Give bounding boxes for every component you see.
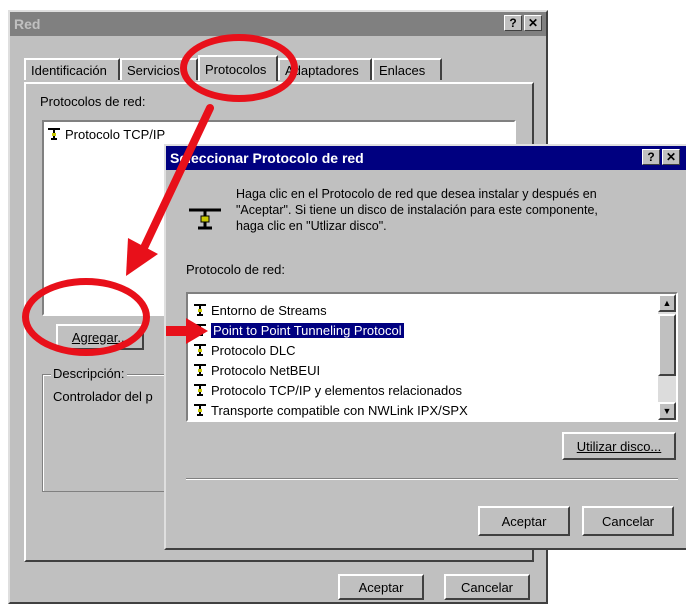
protocols-list-label: Protocolos de red: [40,94,146,109]
network-protocol-icon [192,363,208,377]
tab-identificacion[interactable]: Identificación [24,58,120,80]
protocol-large-icon [186,206,224,235]
protocol-item-pptp[interactable]: Point to Point Tunneling Protocol [190,320,468,340]
select-help-button[interactable]: ? [642,149,660,165]
main-ok-button[interactable]: Aceptar [338,574,424,600]
separator [186,478,678,480]
protocol-item-label: Point to Point Tunneling Protocol [211,322,404,338]
tab-adaptadores[interactable]: Adaptadores [278,58,372,80]
installed-protocol-item[interactable]: Protocolo TCP/IP [44,124,514,144]
tab-protocolos[interactable]: Protocolos [198,55,278,81]
select-cancel-button[interactable]: Cancelar [582,506,674,536]
protocol-item-dlc[interactable]: Protocolo DLC [190,340,468,360]
protocol-item-label: Transporte compatible con NWLink IPX/SPX [211,402,468,418]
scroll-down-icon[interactable]: ▼ [658,402,676,420]
help-button[interactable]: ? [504,15,522,31]
protocol-list-scrollbar[interactable]: ▲ ▼ [658,294,676,420]
select-protocol-titlebar[interactable]: Seleccionar Protocolo de red ? ✕ [166,146,686,170]
main-cancel-label: Cancelar [460,579,514,595]
network-protocol-icon [192,343,208,357]
network-protocol-icon [192,303,208,317]
network-dialog-titlebar[interactable]: Red ? ✕ [10,12,546,36]
installed-protocol-label: Protocolo TCP/IP [65,126,166,142]
network-protocol-icon [46,127,62,141]
select-ok-label: Aceptar [501,513,547,529]
protocol-item-label: Protocolo NetBEUI [211,362,321,378]
protocol-item-label: Protocolo TCP/IP y elementos relacionado… [211,382,462,398]
select-protocol-dialog: Seleccionar Protocolo de red ? ✕ Haga cl… [164,144,686,550]
protocol-list-label: Protocolo de red: [186,262,286,277]
main-cancel-button[interactable]: Cancelar [444,574,530,600]
tab-enlaces[interactable]: Enlaces [372,58,442,80]
description-label: Descripción: [51,366,127,381]
protocol-list-items: Entorno de Streams Point to Point Tunnel… [190,300,468,420]
select-cancel-label: Cancelar [601,513,655,529]
network-protocol-icon [192,383,208,397]
tab-servicios[interactable]: Servicios [120,58,198,80]
select-ok-button[interactable]: Aceptar [478,506,570,536]
select-protocol-title: Seleccionar Protocolo de red [170,150,364,166]
protocol-item-label: Protocolo DLC [211,342,296,358]
use-disk-button[interactable]: Utilizar disco... [562,432,676,460]
protocol-item-streams[interactable]: Entorno de Streams [190,300,468,320]
add-button-label: Agregar... [71,329,129,345]
protocol-item-netbeui[interactable]: Protocolo NetBEUI [190,360,468,380]
use-disk-label: Utilizar disco... [576,438,662,454]
scroll-thumb[interactable] [658,314,676,376]
instructions-line-3: haga clic en "Utlizar disco". [236,219,387,233]
select-close-button[interactable]: ✕ [662,149,680,165]
instructions-line-2: "Aceptar". Si tiene un disco de instalac… [236,203,598,217]
network-protocol-icon [192,323,208,337]
tab-strip: Identificación Servicios Protocolos Adap… [24,55,524,82]
add-button[interactable]: Agregar... [56,324,144,350]
main-ok-label: Aceptar [358,579,404,595]
instructions-line-1: Haga clic en el Protocolo de red que des… [236,187,597,201]
protocol-list[interactable]: Entorno de Streams Point to Point Tunnel… [186,292,678,422]
protocol-item-ipxspx[interactable]: Transporte compatible con NWLink IPX/SPX [190,400,468,420]
protocol-item-tcpip[interactable]: Protocolo TCP/IP y elementos relacionado… [190,380,468,400]
network-dialog-title: Red [14,16,41,32]
close-button[interactable]: ✕ [524,15,542,31]
network-protocol-icon [192,403,208,417]
description-text: Controlador del p [53,389,153,404]
protocol-item-label: Entorno de Streams [211,302,327,318]
scroll-up-icon[interactable]: ▲ [658,294,676,312]
instructions-text: Haga clic en el Protocolo de red que des… [236,186,676,234]
